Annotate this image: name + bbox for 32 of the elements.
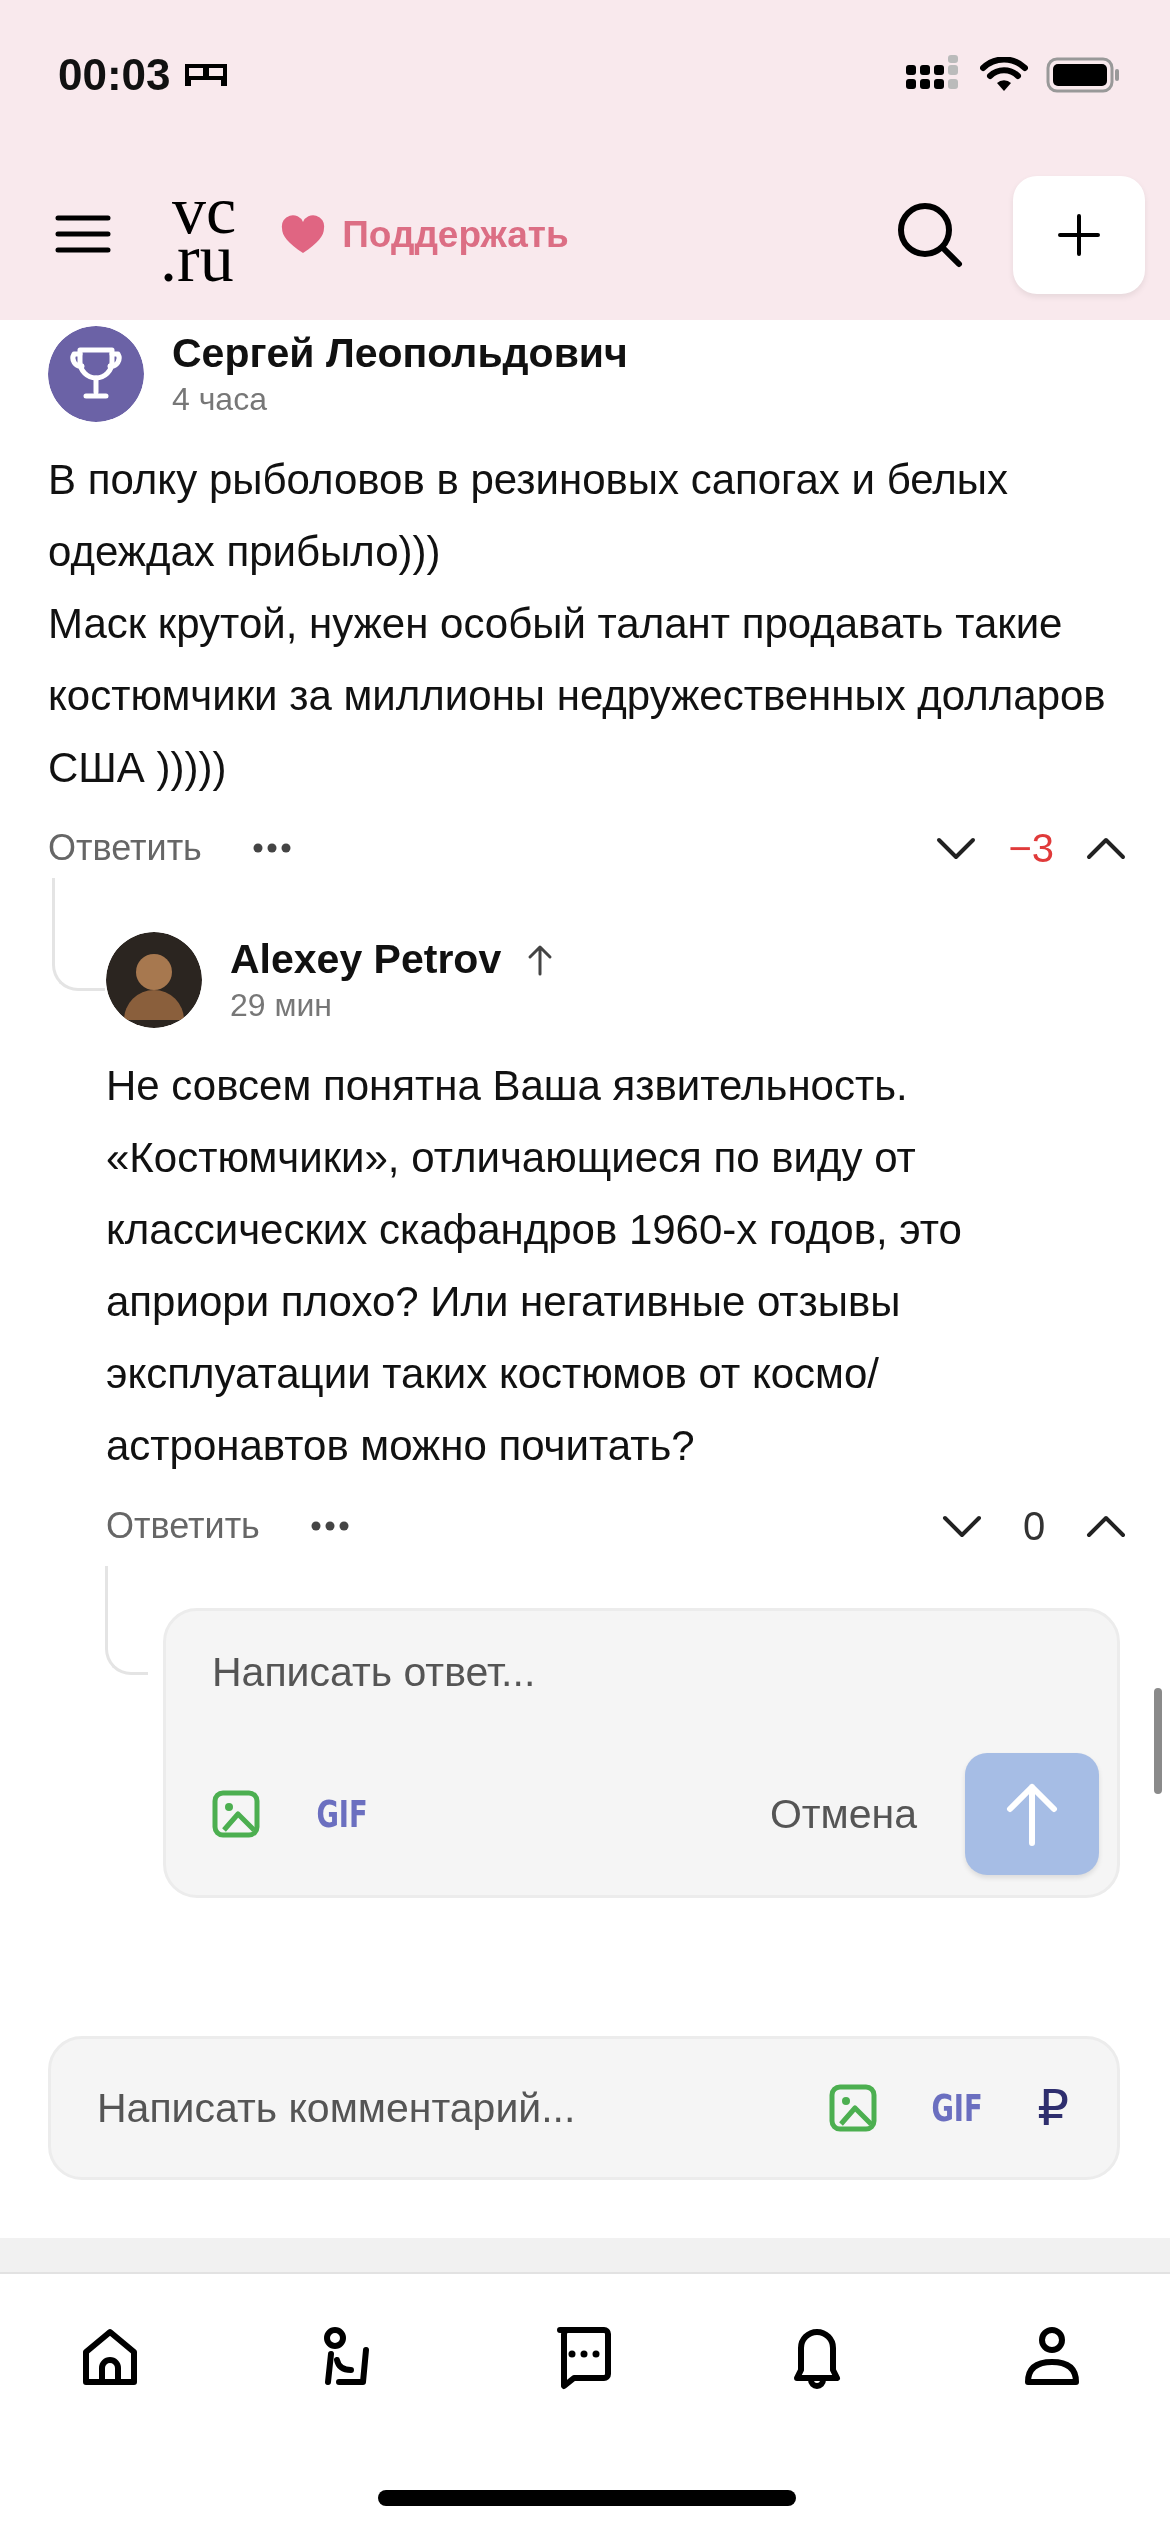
wifi-icon	[980, 57, 1028, 93]
heart-icon	[280, 215, 327, 255]
status-time: 00:03	[58, 50, 171, 100]
author-name[interactable]: Alexey Petrov	[230, 936, 502, 983]
plus-icon	[1057, 213, 1101, 257]
gif-button[interactable]: GIF	[931, 2086, 983, 2130]
comment-text: В полку рыболовов в резиновых сапогах и белых одеждах прибыло)))	[48, 455, 1009, 577]
vc-logo[interactable]: vc .ru	[156, 172, 241, 298]
reply-button[interactable]: Ответить	[48, 827, 202, 869]
comment-field[interactable]: Написать комментарий... GIF ₽	[48, 2036, 1120, 2180]
comment-text: Маск крутой, нужен особый талант продавать такие костюмчики за миллионы недружественных долларов США )))))	[48, 599, 1107, 793]
battery-icon	[1046, 57, 1120, 93]
image-icon[interactable]	[829, 2084, 878, 2132]
cancel-button[interactable]: Отмена	[769, 1790, 917, 1838]
reply-button[interactable]: Ответить	[106, 1505, 260, 1547]
image-icon[interactable]	[212, 1790, 260, 1838]
more-icon[interactable]	[251, 842, 292, 854]
menu-icon	[55, 213, 111, 254]
gif-button[interactable]: GIF	[316, 1792, 368, 1836]
comment-time[interactable]: 29 мин	[230, 987, 554, 1024]
more-icon[interactable]	[309, 1520, 350, 1532]
avatar[interactable]	[106, 932, 202, 1028]
reply-box[interactable]: Написать ответ... GIF Отмена	[163, 1608, 1120, 1898]
vote-score: 0	[1021, 1503, 1047, 1549]
vote-score: −3	[1008, 825, 1054, 871]
comment-time[interactable]: 4 часа	[172, 381, 628, 418]
comment-text: Не совсем понятна Ваша язвительность. «Костюмчики», отличающиеся по виду от классических скафандров 1960-х годов, это априори плохо? Или негативные отзывы эксплуатации таких костюмов от космо/астронавтов можно почитать?	[106, 1061, 963, 1471]
author-name[interactable]: Сергей Леопольдович	[172, 330, 628, 377]
create-button[interactable]	[1013, 176, 1145, 294]
up-arrow-icon[interactable]	[527, 943, 554, 976]
donate-button[interactable]: ₽	[1037, 2079, 1069, 2137]
scrollbar[interactable]	[1154, 1688, 1162, 1794]
